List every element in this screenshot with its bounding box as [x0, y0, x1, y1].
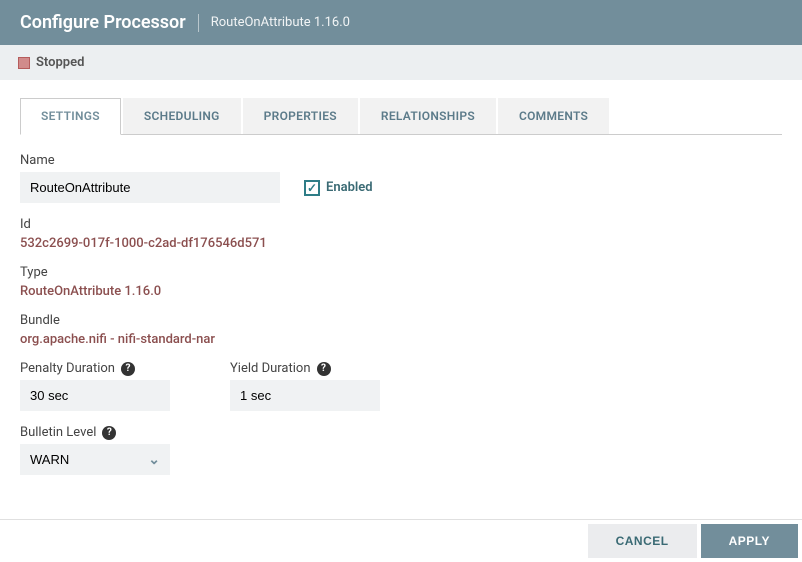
stopped-icon — [18, 57, 30, 69]
bundle-row: Bundle org.apache.nifi - nifi-standard-n… — [20, 313, 782, 347]
name-row: Name ✓ Enabled — [20, 153, 782, 203]
help-icon[interactable]: ? — [121, 362, 135, 376]
help-icon[interactable]: ? — [317, 362, 331, 376]
check-icon: ✓ — [304, 180, 320, 196]
tab-settings[interactable]: SETTINGS — [20, 98, 121, 135]
tab-strip: SETTINGS SCHEDULING PROPERTIES RELATIONS… — [20, 98, 782, 135]
dialog-subtitle: RouteOnAttribute 1.16.0 — [211, 15, 350, 30]
header-separator — [198, 14, 199, 32]
bulletin-label: Bulletin Level ? — [20, 425, 782, 440]
dialog-header: Configure Processor RouteOnAttribute 1.1… — [0, 0, 802, 45]
dialog-footer: CANCEL APPLY — [0, 519, 802, 562]
bulletin-value[interactable] — [20, 444, 170, 475]
tab-comments[interactable]: COMMENTS — [498, 98, 609, 134]
dialog-content: SETTINGS SCHEDULING PROPERTIES RELATIONS… — [0, 80, 802, 519]
yield-row: Yield Duration ? — [230, 361, 380, 411]
penalty-label: Penalty Duration ? — [20, 361, 170, 376]
help-icon[interactable]: ? — [102, 426, 116, 440]
tab-scheduling[interactable]: SCHEDULING — [123, 98, 241, 134]
bundle-label: Bundle — [20, 313, 782, 328]
enabled-checkbox[interactable]: ✓ Enabled — [304, 180, 373, 196]
id-row: Id 532c2699-017f-1000-c2ad-df176546d571 — [20, 217, 782, 251]
penalty-input[interactable] — [20, 380, 170, 411]
bulletin-select[interactable]: ⌄ — [20, 444, 170, 475]
bulletin-row: Bulletin Level ? ⌄ — [20, 425, 782, 475]
type-row: Type RouteOnAttribute 1.16.0 — [20, 265, 782, 299]
status-bar: Stopped — [0, 45, 802, 80]
type-value: RouteOnAttribute 1.16.0 — [20, 284, 782, 299]
id-value: 532c2699-017f-1000-c2ad-df176546d571 — [20, 236, 782, 251]
name-input[interactable] — [20, 172, 280, 203]
type-label: Type — [20, 265, 782, 280]
settings-panel: Name ✓ Enabled Id 532c2699-017f-1000-c2a… — [20, 135, 782, 519]
penalty-row: Penalty Duration ? — [20, 361, 170, 411]
name-label: Name — [20, 153, 782, 168]
bundle-value: org.apache.nifi - nifi-standard-nar — [20, 332, 782, 347]
tab-relationships[interactable]: RELATIONSHIPS — [360, 98, 496, 134]
apply-button[interactable]: APPLY — [701, 524, 798, 558]
dialog-title: Configure Processor — [20, 12, 186, 33]
yield-label: Yield Duration ? — [230, 361, 380, 376]
status-label: Stopped — [36, 55, 84, 70]
tab-properties[interactable]: PROPERTIES — [243, 98, 358, 134]
yield-input[interactable] — [230, 380, 380, 411]
enabled-label: Enabled — [326, 180, 373, 195]
id-label: Id — [20, 217, 782, 232]
cancel-button[interactable]: CANCEL — [588, 524, 697, 558]
